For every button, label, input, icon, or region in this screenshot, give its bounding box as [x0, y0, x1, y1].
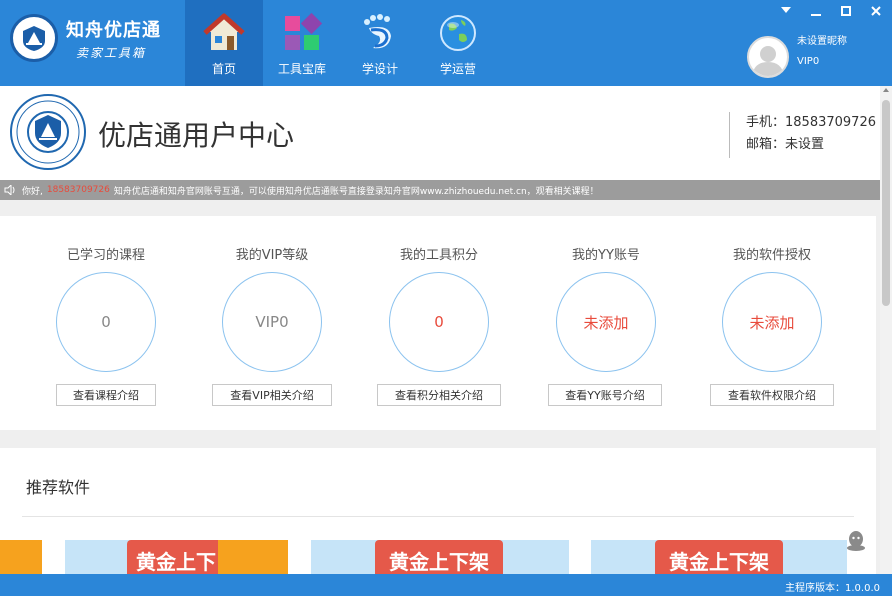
recommend-panel: 推荐软件 黄金上下 黄金上下架 黄金上下架 [0, 448, 876, 574]
recommend-divider [22, 516, 854, 517]
software-card-title: 黄金上下架 [655, 540, 783, 574]
qq-chat-icon[interactable] [845, 530, 867, 552]
stat-title: 已学习的课程 [66, 248, 145, 263]
vertical-scrollbar[interactable] [880, 86, 892, 574]
email-text: 邮箱：未设置 [746, 137, 825, 152]
home-icon [203, 13, 245, 50]
stat-title: 我的YY账号 [572, 248, 640, 263]
banner-decoration [218, 540, 288, 574]
view-courses-button[interactable]: 查看课程介绍 [56, 384, 156, 406]
version-text: 主程序版本：1.0.0.0 [785, 583, 880, 594]
main-nav: 首页 工具宝库 学设计 学运营 [185, 0, 497, 86]
main-content: 优店通用户中心 手机：18583709726 邮箱：未设置 你好, 185837… [0, 86, 880, 574]
dropdown-icon[interactable] [778, 4, 794, 18]
avatar[interactable] [747, 36, 789, 78]
window-controls [778, 4, 884, 18]
nav-operations[interactable]: 学运营 [419, 0, 497, 86]
stat-value-circle: 0 [389, 272, 489, 372]
app-subtitle: 卖家工具箱 [76, 45, 147, 60]
software-card[interactable]: 黄金上下 [65, 540, 225, 574]
view-license-button[interactable]: 查看软件权限介绍 [710, 384, 834, 406]
scroll-up-icon[interactable] [883, 88, 889, 92]
app-title: 知舟优店通 [66, 19, 161, 41]
globe-icon [440, 15, 476, 51]
stat-value-circle: 未添加 [556, 272, 656, 372]
stat-value-circle: VIP0 [222, 272, 322, 372]
stat-title: 我的VIP等级 [235, 248, 309, 263]
notice-message: 知舟优店通和知舟官网账号互通，可以使用知舟优店通账号直接登录知舟官网www.zh… [113, 186, 599, 197]
app-logo: 知舟优店通 卖家工具箱 [10, 14, 161, 62]
user-nickname[interactable]: 未设置昵称 [797, 32, 847, 52]
stat-title: 我的工具积分 [399, 248, 478, 263]
stat-value-circle: 未添加 [722, 272, 822, 372]
design-icon [364, 14, 391, 49]
nav-home-label: 首页 [211, 62, 236, 76]
phone-text: 手机：18583709726 [746, 115, 876, 130]
nav-home[interactable]: 首页 [185, 0, 263, 86]
scroll-thumb[interactable] [882, 100, 890, 306]
nav-design[interactable]: 学设计 [341, 0, 419, 86]
header-divider [729, 112, 730, 158]
stats-panel: 已学习的课程 0 查看课程介绍 我的VIP等级 VIP0 查看VIP相关介绍 我… [0, 216, 876, 430]
notice-bar: 你好, 18583709726 知舟优店通和知舟官网账号互通，可以使用知舟优店通… [0, 180, 880, 200]
edu-emblem-icon [10, 94, 86, 170]
logo-emblem-icon [10, 14, 58, 62]
page-title: 优店通用户中心 [98, 119, 295, 152]
notice-phone: 18583709726 [46, 185, 110, 195]
nav-operations-label: 学运营 [439, 62, 476, 76]
software-card-title: 黄金上下 [127, 540, 225, 574]
stat-value-circle: 0 [56, 272, 156, 372]
user-profile[interactable]: 未设置昵称 VIP0 [747, 36, 847, 78]
user-center-header: 优店通用户中心 手机：18583709726 邮箱：未设置 [0, 86, 880, 180]
nav-toolbox[interactable]: 工具宝库 [263, 0, 341, 86]
software-card[interactable]: 黄金上下架 [311, 540, 569, 574]
contact-info: 手机：18583709726 邮箱：未设置 [746, 112, 876, 156]
banner-decoration [0, 540, 42, 574]
view-vip-button[interactable]: 查看VIP相关介绍 [212, 384, 332, 406]
nav-toolbox-label: 工具宝库 [277, 62, 326, 76]
notice-greeting: 你好, [22, 186, 43, 197]
software-card[interactable]: 黄金上下架 [591, 540, 847, 574]
minimize-icon[interactable] [808, 4, 824, 18]
status-bar: 主程序版本：1.0.0.0 [0, 574, 892, 596]
user-vip-level: VIP0 [797, 56, 820, 67]
close-icon[interactable] [868, 4, 884, 18]
recommend-title: 推荐软件 [26, 478, 91, 497]
view-points-button[interactable]: 查看积分相关介绍 [377, 384, 501, 406]
maximize-icon[interactable] [838, 4, 854, 18]
title-bar: 知舟优店通 卖家工具箱 首页 工具宝库 学设计 学运营 未设置昵称 VIP0 [0, 0, 892, 86]
stat-title: 我的软件授权 [732, 248, 811, 263]
view-yy-button[interactable]: 查看YY账号介绍 [548, 384, 662, 406]
nav-design-label: 学设计 [361, 62, 398, 76]
user-silhouette-icon [752, 46, 784, 76]
speaker-icon [4, 185, 15, 195]
software-card-title: 黄金上下架 [375, 540, 503, 574]
toolbox-icon [285, 12, 323, 50]
